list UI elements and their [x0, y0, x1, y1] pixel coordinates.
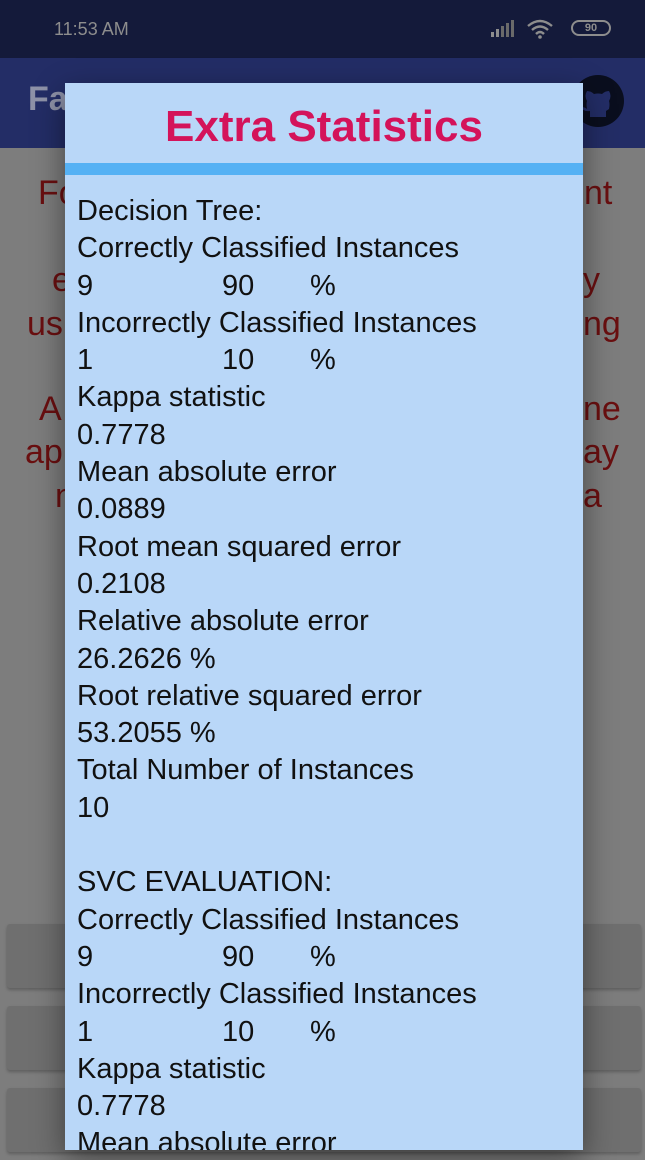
- stat-value: 26.2626 %: [77, 642, 216, 675]
- stat-label: Kappa statistic: [77, 381, 266, 414]
- stat-label: Incorrectly Classified Instances: [77, 306, 477, 339]
- wifi-icon: [527, 19, 553, 39]
- signal-icon: [491, 20, 514, 37]
- stat-label: Incorrectly Classified Instances: [77, 978, 477, 1011]
- bg-text-fragment: ap: [25, 433, 63, 471]
- stat-label: Correctly Classified Instances: [77, 903, 459, 936]
- battery-icon: 90: [571, 20, 611, 36]
- bg-text-fragment: a: [583, 477, 602, 515]
- stat-count: 1: [77, 1015, 94, 1048]
- stat-value: 0.7778: [77, 418, 166, 451]
- statistics-text: Decision Tree: Correctly Classified Inst…: [77, 193, 577, 1150]
- stat-row: 9 90 %: [77, 939, 577, 976]
- bg-text-fragment: nt: [584, 174, 613, 212]
- stat-count: 9: [77, 940, 94, 973]
- stat-label: Relative absolute error: [77, 605, 369, 638]
- bg-text-fragment: A: [39, 390, 62, 428]
- stat-percent: 10: [222, 344, 255, 377]
- bg-text-fragment: ne: [583, 390, 621, 428]
- bg-text-fragment: y: [583, 261, 600, 299]
- stat-value: 53.2055 %: [77, 717, 216, 750]
- stat-unit: %: [310, 269, 336, 302]
- stat-percent: 90: [222, 940, 255, 973]
- stat-label: Kappa statistic: [77, 1052, 266, 1085]
- stat-value: 0.7778: [77, 1090, 166, 1123]
- status-time: 11:53 AM: [54, 19, 129, 39]
- stat-value: 0.2108: [77, 567, 166, 600]
- stat-unit: %: [310, 1015, 336, 1048]
- bg-text-fragment: ay: [583, 433, 619, 471]
- stat-label: Correctly Classified Instances: [77, 232, 459, 265]
- stat-percent: 90: [222, 269, 255, 302]
- stat-count: 1: [77, 344, 94, 377]
- stat-row: 9 90 %: [77, 268, 577, 305]
- section-heading: Decision Tree:: [77, 195, 263, 227]
- stat-label: Root mean squared error: [77, 530, 401, 563]
- section-heading: SVC EVALUATION:: [77, 866, 333, 899]
- status-bar: 11:53 AM 90: [0, 0, 645, 58]
- stat-count: 9: [77, 269, 94, 302]
- stat-label: Mean absolute error: [77, 1127, 337, 1150]
- stat-value: 0.0889: [77, 493, 166, 526]
- stat-label: Root relative squared error: [77, 679, 422, 712]
- status-icons: 90: [481, 19, 611, 39]
- dialog-divider: [65, 163, 583, 175]
- dialog-title: Extra Statistics: [165, 102, 483, 151]
- bg-text-fragment: ng: [583, 305, 621, 343]
- bg-text-fragment: us: [27, 305, 63, 343]
- stat-row: 1 10 %: [77, 342, 577, 379]
- app-title: Fa: [28, 80, 68, 118]
- stat-unit: %: [310, 940, 336, 973]
- stat-label: Mean absolute error: [77, 456, 337, 489]
- stat-unit: %: [310, 344, 336, 377]
- extra-statistics-dialog: Extra Statistics Decision Tree: Correctl…: [65, 83, 583, 1150]
- stat-percent: 10: [222, 1015, 255, 1048]
- stat-label: Total Number of Instances: [77, 754, 414, 787]
- stat-value: 10: [77, 791, 110, 824]
- stat-row: 1 10 %: [77, 1014, 577, 1051]
